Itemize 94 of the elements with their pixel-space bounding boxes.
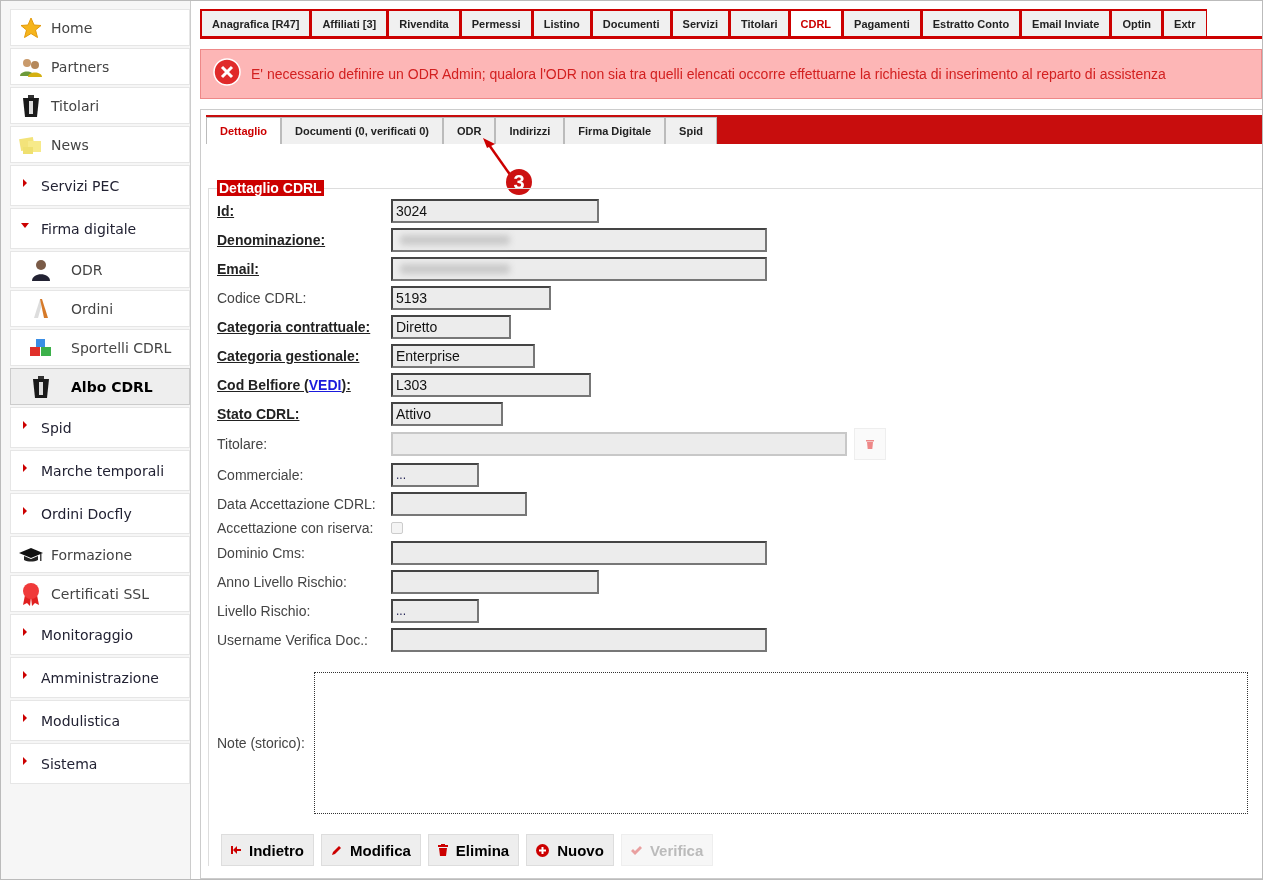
tab[interactable]: Rivendita xyxy=(387,9,460,36)
star-icon xyxy=(20,16,42,39)
sidebar-item[interactable]: Titolari xyxy=(10,87,190,124)
action-button[interactable]: Elimina xyxy=(427,834,520,866)
sidebar-item[interactable]: Amministrazione xyxy=(10,657,190,698)
tab[interactable]: Firma Digitale xyxy=(564,117,666,144)
input-field[interactable] xyxy=(391,540,767,565)
tab[interactable]: Pagamenti xyxy=(842,9,921,36)
field-label: Email: xyxy=(217,260,260,277)
action-button[interactable]: Modifica xyxy=(321,834,421,866)
field-label: Codice CDRL: xyxy=(217,289,308,306)
field-label: Dominio Cms: xyxy=(217,544,306,561)
tab[interactable]: Affiliati [3] xyxy=(310,9,388,36)
trash-icon xyxy=(866,439,874,449)
input-field[interactable]: 3024 xyxy=(391,198,599,223)
cubes-icon xyxy=(29,337,53,358)
tab[interactable]: Titolari xyxy=(729,9,789,36)
ruler-icon xyxy=(33,298,49,319)
sidebar-item[interactable]: Partners xyxy=(10,48,190,85)
sidebar-item[interactable]: Ordini Docfly xyxy=(10,493,190,534)
field-label: Id: xyxy=(217,202,236,219)
action-button[interactable]: Nuovo xyxy=(526,834,614,866)
field-label: Note (storico): xyxy=(217,735,306,751)
field-label: Categoria contrattuale: xyxy=(217,318,372,335)
field-label: Cod Belfiore (VEDI): xyxy=(217,376,352,393)
plus-circle-icon xyxy=(536,843,550,857)
back-icon xyxy=(231,845,241,855)
sidebar-item[interactable]: Spid xyxy=(10,407,190,448)
field-label: Stato CDRL: xyxy=(217,405,301,422)
field-label: Categoria gestionale: xyxy=(217,347,361,364)
tab[interactable]: Dettaglio xyxy=(206,117,282,144)
sidebar-item[interactable]: Monitoraggio xyxy=(10,614,190,655)
tab[interactable]: Permessi xyxy=(459,9,532,36)
tab[interactable]: Documenti xyxy=(590,9,671,36)
tab[interactable]: ODR xyxy=(442,117,496,144)
sidebar-item[interactable]: Home xyxy=(10,9,190,46)
tab[interactable]: Spid xyxy=(665,117,717,144)
sidebar-item[interactable]: Servizi PEC xyxy=(10,165,190,206)
input-field[interactable] xyxy=(391,227,767,252)
tab[interactable]: Listino xyxy=(531,9,591,36)
input-field[interactable] xyxy=(391,627,767,652)
field-label: Commerciale: xyxy=(217,466,305,483)
error-icon xyxy=(213,58,241,86)
tab[interactable]: Email Inviate xyxy=(1020,9,1111,36)
person-icon xyxy=(32,258,50,281)
input-field[interactable]: L303 xyxy=(391,372,591,397)
sidebar-item[interactable]: Certificati SSL xyxy=(10,575,190,612)
checkbox[interactable] xyxy=(391,522,403,534)
field-label: Livello Rischio: xyxy=(217,602,312,619)
input-field[interactable]: Attivo xyxy=(391,401,503,426)
sidebar-item[interactable]: ODR xyxy=(10,251,190,288)
sidebar-item[interactable]: Albo CDRL xyxy=(10,368,190,405)
field-label: Denominazione: xyxy=(217,231,327,248)
input-field[interactable] xyxy=(391,569,599,594)
people-icon xyxy=(19,56,43,77)
sidebar-item[interactable]: Ordini xyxy=(10,290,190,327)
sidebar-item[interactable]: Modulistica xyxy=(10,700,190,741)
tab[interactable]: Optin xyxy=(1110,9,1163,36)
input-field[interactable] xyxy=(391,491,527,516)
trash-icon xyxy=(437,844,448,856)
input-field[interactable]: Diretto xyxy=(391,314,511,339)
sidebar-item[interactable]: Sistema xyxy=(10,743,190,784)
action-button[interactable]: Indietro xyxy=(221,834,314,866)
sidebar-item[interactable]: Marche temporali xyxy=(10,450,190,491)
input-field[interactable]: Enterprise xyxy=(391,343,535,368)
input-field[interactable] xyxy=(391,256,767,281)
field-label: Data Accettazione CDRL: xyxy=(217,495,377,512)
notes-icon xyxy=(19,134,43,155)
error-message: E' necessario definire un ODR Admin; qualora l'ODR non sia tra quelli elencati occorre effettuarne la richiesta di inserimento al reparto di assistenza xyxy=(251,66,1166,82)
tab[interactable]: Documenti (0, verificati 0) xyxy=(281,117,443,144)
sidebar-item[interactable]: News xyxy=(10,126,190,163)
pencil-icon xyxy=(331,844,342,856)
sidebar-item[interactable]: Formazione xyxy=(10,536,190,573)
tab[interactable]: Anagrafica [R47] xyxy=(200,9,311,36)
bin-icon xyxy=(22,94,40,117)
ribbon-icon xyxy=(21,581,41,606)
select-field[interactable]: ... xyxy=(391,462,479,487)
tab[interactable]: Extr xyxy=(1162,9,1207,36)
input-field[interactable]: 5193 xyxy=(391,285,551,310)
bin-icon xyxy=(32,375,50,398)
check-icon xyxy=(630,845,642,855)
tab[interactable]: CDRL xyxy=(788,9,843,36)
field-label: Anno Livello Rischio: xyxy=(217,573,348,590)
tab[interactable]: Servizi xyxy=(670,9,730,36)
field-label: Titolare: xyxy=(217,436,269,452)
field-label: Username Verifica Doc.: xyxy=(217,631,369,648)
section-heading: Dettaglio CDRL xyxy=(217,180,324,196)
sidebar-item[interactable]: Firma digitale xyxy=(10,208,190,249)
select-field[interactable]: ... xyxy=(391,598,479,623)
sidebar-item[interactable]: Sportelli CDRL xyxy=(10,329,190,366)
tab[interactable]: Indirizzi xyxy=(495,117,565,144)
field-label: Accettazione con riserva: xyxy=(217,520,375,536)
tab[interactable]: Estratto Conto xyxy=(920,9,1021,36)
graduation-cap-icon xyxy=(19,546,43,563)
